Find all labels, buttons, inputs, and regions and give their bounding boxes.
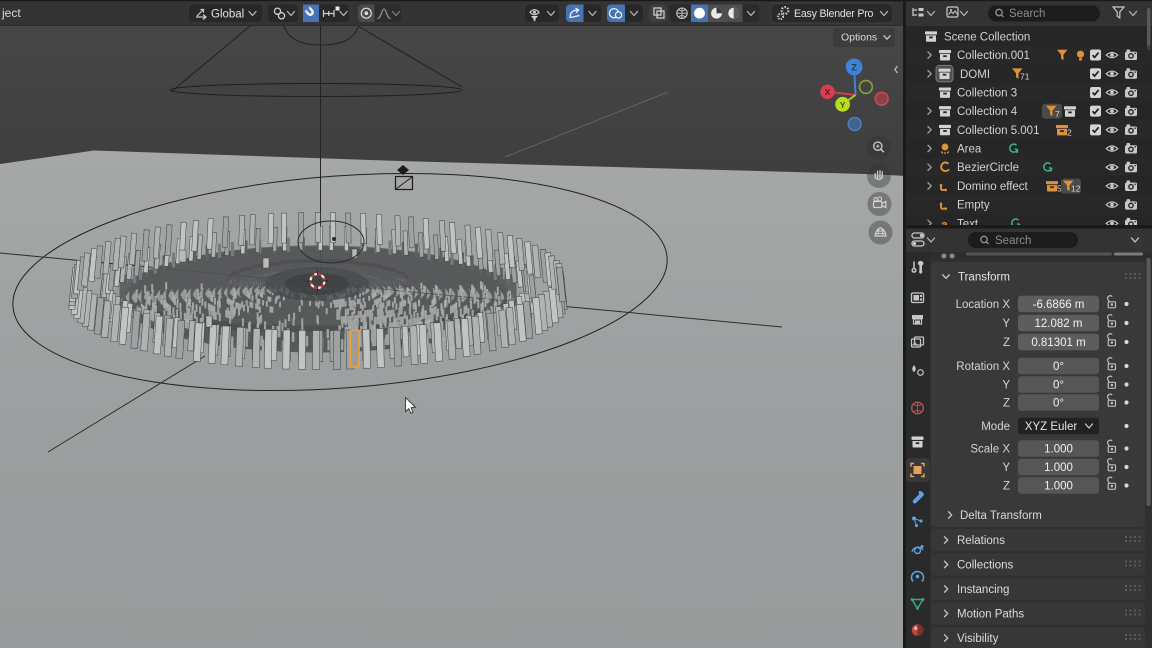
svg-text:Y: Y — [840, 100, 846, 110]
svg-text:Scene Collection: Scene Collection — [944, 31, 1030, 43]
svg-text:12: 12 — [1071, 184, 1081, 194]
svg-text:Global: Global — [211, 9, 244, 21]
svg-text:Z: Z — [851, 63, 857, 73]
svg-text:1.000: 1.000 — [1044, 481, 1073, 493]
svg-text:Area: Area — [957, 144, 982, 156]
svg-text:DOMI: DOMI — [960, 69, 990, 81]
svg-text:0°: 0° — [1053, 380, 1064, 392]
svg-text:Collection 4: Collection 4 — [957, 106, 1018, 118]
svg-text:7: 7 — [1055, 109, 1060, 119]
svg-text:Search: Search — [995, 235, 1031, 247]
svg-text:ject: ject — [1, 6, 21, 20]
svg-text:Y: Y — [1002, 318, 1010, 330]
svg-text:1.000: 1.000 — [1044, 462, 1073, 474]
svg-text:Domino effect: Domino effect — [957, 181, 1029, 193]
svg-text:X: X — [825, 87, 831, 97]
svg-text:Collections: Collections — [957, 560, 1013, 572]
svg-text:-6.6866 m: -6.6866 m — [1033, 299, 1085, 311]
svg-text:Collection 5.001: Collection 5.001 — [957, 125, 1039, 137]
svg-text:1.000: 1.000 — [1044, 444, 1073, 456]
svg-text:71: 71 — [1020, 71, 1030, 81]
svg-text:Y: Y — [1002, 462, 1010, 474]
svg-text:Y: Y — [1002, 380, 1010, 392]
svg-text:XYZ Euler: XYZ Euler — [1025, 421, 1078, 433]
svg-text:Z: Z — [1003, 398, 1010, 410]
svg-text:Delta Transform: Delta Transform — [960, 510, 1042, 522]
svg-text:Collection 3: Collection 3 — [957, 87, 1017, 99]
svg-text:Mode: Mode — [981, 421, 1010, 433]
svg-text:Empty: Empty — [957, 200, 990, 212]
svg-text:Scale X: Scale X — [970, 444, 1010, 456]
svg-text:Collection.001: Collection.001 — [957, 50, 1030, 62]
svg-text:Search: Search — [1009, 8, 1045, 20]
svg-text:0°: 0° — [1053, 398, 1064, 410]
svg-text:Instancing: Instancing — [957, 584, 1009, 596]
svg-text:Relations: Relations — [957, 535, 1005, 547]
svg-text:Location X: Location X — [956, 299, 1011, 311]
svg-text:2: 2 — [1067, 128, 1072, 138]
svg-text:Transform: Transform — [958, 272, 1010, 284]
svg-text:Z: Z — [1003, 481, 1010, 493]
svg-text:Easy Blender Pro: Easy Blender Pro — [794, 8, 874, 20]
svg-text:Motion Paths: Motion Paths — [957, 609, 1024, 621]
svg-text:Visibility: Visibility — [957, 633, 999, 645]
svg-text:0°: 0° — [1053, 361, 1064, 373]
svg-text:0.81301 m: 0.81301 m — [1031, 337, 1085, 349]
svg-text:12.082 m: 12.082 m — [1035, 318, 1083, 330]
svg-text:Rotation X: Rotation X — [956, 361, 1010, 373]
svg-text:BezierCircle: BezierCircle — [957, 162, 1019, 174]
svg-text:Options: Options — [841, 32, 877, 44]
svg-text:Z: Z — [1003, 337, 1010, 349]
